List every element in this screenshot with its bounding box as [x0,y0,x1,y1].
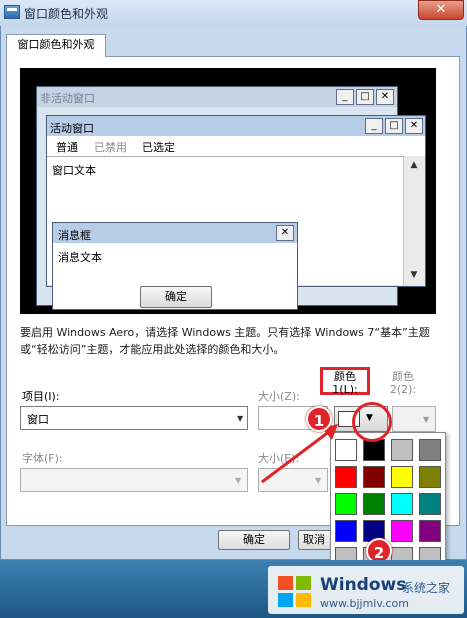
annotation-step1-badge: 1 [306,406,332,432]
windows-logo-icon [278,576,311,607]
annotation-arrow-icon [261,424,338,484]
annotation-ring [352,402,392,442]
tab-window-color[interactable]: 窗口颜色和外观 [6,34,106,57]
watermark-brand: Windows [320,575,407,595]
watermark-subtitle: 系统之家 [402,581,451,595]
watermark-url: www.bjjmlv.com [320,597,409,610]
